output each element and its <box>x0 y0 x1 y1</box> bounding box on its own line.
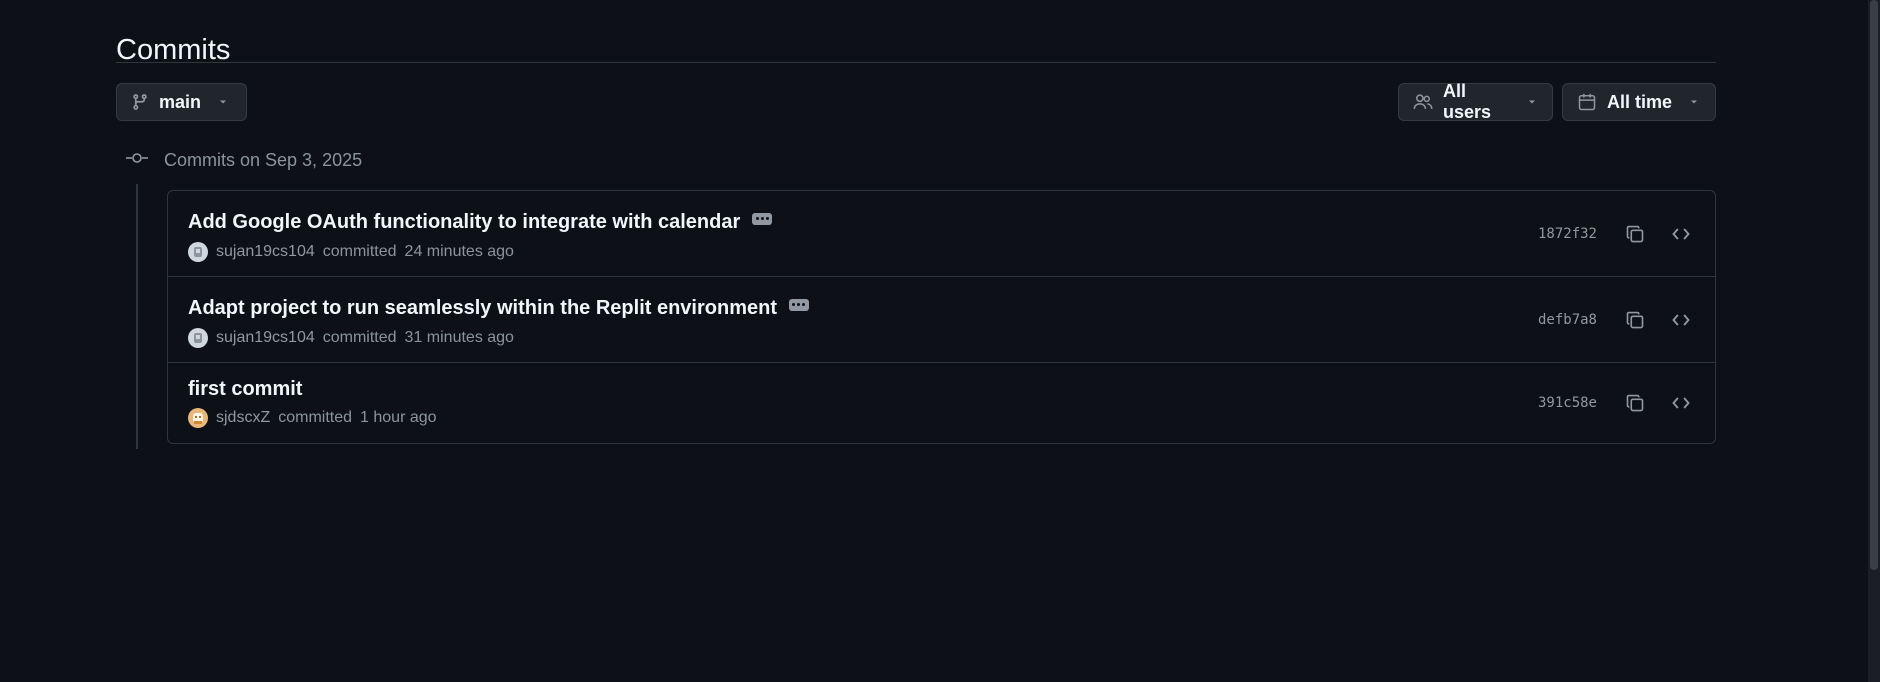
commit-author-link[interactable]: sujan19cs104 <box>216 329 315 347</box>
branch-selector-label: main <box>159 91 202 112</box>
avatar[interactable] <box>188 242 208 262</box>
commit-meta: sujan19cs104 committed 31 minutes ago <box>188 328 514 348</box>
git-branch-icon <box>131 93 149 111</box>
chevron-down-icon <box>217 96 229 108</box>
expand-description-button[interactable] <box>788 298 809 311</box>
chevron-down-icon <box>1526 96 1538 108</box>
expand-description-button[interactable] <box>752 212 773 225</box>
commit-message-link[interactable]: first commit <box>188 378 302 401</box>
commit-message-wrap: Add Google OAuth functionality to integr… <box>188 211 773 234</box>
branch-selector-button[interactable]: main <box>116 83 247 121</box>
commit-meta: sujan19cs104 committed 24 minutes ago <box>188 242 514 262</box>
commit-time: 1 hour ago <box>360 409 437 426</box>
time-filter-label: All time <box>1607 91 1673 112</box>
commit-action-text: committed <box>322 329 397 346</box>
commits-page: Commits main All users All time Commits … <box>0 0 1880 682</box>
avatar[interactable] <box>188 328 208 348</box>
commit-meta: sjdscxZ committed 1 hour ago <box>188 408 437 428</box>
commit-message-wrap: first commit <box>188 378 302 401</box>
commit-list: Add Google OAuth functionality to integr… <box>167 190 1716 444</box>
commit-actions: 1872f32 <box>1538 191 1695 276</box>
commit-action-text: committed <box>322 243 397 260</box>
page-scrollbar[interactable] <box>1868 0 1880 682</box>
calendar-icon <box>1577 92 1597 112</box>
scrollbar-thumb[interactable] <box>1870 0 1878 570</box>
title-divider <box>116 62 1716 63</box>
time-filter-button[interactable]: All time <box>1562 83 1716 121</box>
commit-message-wrap: Adapt project to run seamlessly within t… <box>188 297 809 320</box>
commit-day-label: Commits on Sep 3, 2025 <box>164 150 363 170</box>
commit-time: 24 minutes ago <box>404 243 514 260</box>
commit-actions: 391c58e <box>1538 363 1695 443</box>
code-icon[interactable] <box>1667 220 1695 248</box>
code-icon[interactable] <box>1667 389 1695 417</box>
commit-action-text: committed <box>278 409 353 426</box>
commit-row: first commit sjdscxZ committed 1 hour ag… <box>168 363 1715 443</box>
timeline-line <box>136 184 138 449</box>
people-icon <box>1413 92 1433 112</box>
commit-sha-link[interactable]: 391c58e <box>1538 395 1597 411</box>
commit-sha-link[interactable]: 1872f32 <box>1538 226 1597 242</box>
users-filter-label: All users <box>1443 81 1492 122</box>
code-icon[interactable] <box>1667 306 1695 334</box>
users-filter-button[interactable]: All users <box>1398 81 1553 122</box>
copy-icon[interactable] <box>1621 306 1649 334</box>
copy-icon[interactable] <box>1621 389 1649 417</box>
commit-author-link[interactable]: sujan19cs104 <box>216 243 315 261</box>
avatar[interactable] <box>188 408 208 428</box>
commit-message-link[interactable]: Adapt project to run seamlessly within t… <box>188 297 777 320</box>
commit-author-link[interactable]: sjdscxZ <box>216 409 270 427</box>
commit-row: Adapt project to run seamlessly within t… <box>168 277 1715 363</box>
commit-row: Add Google OAuth functionality to integr… <box>168 191 1715 277</box>
git-commit-icon <box>126 150 148 171</box>
commit-time: 31 minutes ago <box>404 329 514 346</box>
chevron-down-icon <box>1688 96 1700 108</box>
commit-actions: defb7a8 <box>1538 277 1695 362</box>
commit-day-header: Commits on Sep 3, 2025 <box>126 150 362 171</box>
commit-sha-link[interactable]: defb7a8 <box>1538 312 1597 328</box>
copy-icon[interactable] <box>1621 220 1649 248</box>
commit-message-link[interactable]: Add Google OAuth functionality to integr… <box>188 211 740 234</box>
